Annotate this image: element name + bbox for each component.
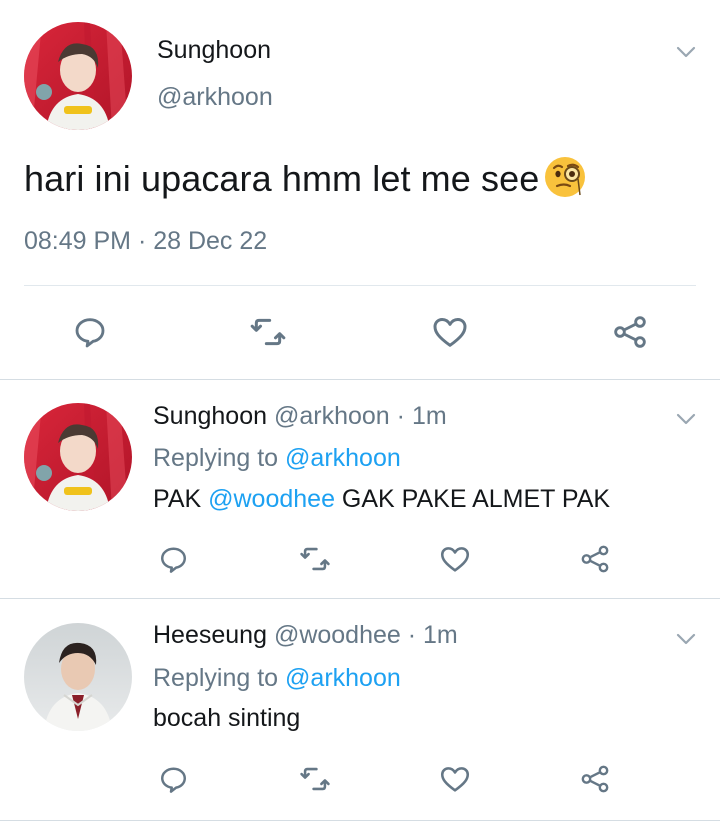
- chevron-down-icon[interactable]: [674, 627, 698, 651]
- mention-link[interactable]: @woodhee: [208, 485, 335, 513]
- replying-label: Replying to: [153, 444, 279, 472]
- replying-handle-link[interactable]: @arkhoon: [285, 444, 401, 472]
- avatar[interactable]: [24, 22, 132, 130]
- author-name[interactable]: Heeseung: [153, 621, 267, 649]
- replying-to: Replying to @arkhoon: [153, 444, 401, 473]
- like-icon[interactable]: [436, 760, 474, 798]
- retweet-icon[interactable]: [296, 540, 334, 578]
- divider: [0, 820, 720, 821]
- reply-icon[interactable]: [68, 310, 112, 354]
- author-name[interactable]: Sunghoon: [153, 402, 267, 430]
- replying-to: Replying to @arkhoon: [153, 664, 401, 693]
- reply-time[interactable]: 1m: [412, 402, 447, 430]
- share-icon[interactable]: [576, 540, 614, 578]
- separator: ·: [407, 621, 417, 649]
- avatar[interactable]: [24, 403, 132, 511]
- author-handle[interactable]: @arkhoon: [157, 83, 273, 112]
- divider: [0, 379, 720, 380]
- reply-time[interactable]: 1m: [423, 621, 458, 649]
- replying-handle-link[interactable]: @arkhoon: [285, 664, 401, 692]
- reply-text: bocah sinting: [153, 704, 301, 732]
- tweet-text: hari ini upacara hmm let me see: [24, 155, 587, 203]
- like-icon[interactable]: [428, 310, 472, 354]
- retweet-icon[interactable]: [246, 310, 290, 354]
- retweet-icon[interactable]: [296, 760, 334, 798]
- share-icon[interactable]: [576, 760, 614, 798]
- reply-text-after: GAK PAKE ALMET PAK: [334, 485, 611, 513]
- tweet-text-content: hari ini upacara hmm let me see: [24, 158, 540, 199]
- share-icon[interactable]: [608, 310, 652, 354]
- chevron-down-icon[interactable]: [674, 40, 698, 64]
- reply-icon[interactable]: [154, 760, 192, 798]
- face-with-monocle-icon: [543, 155, 587, 199]
- author-handle[interactable]: @woodhee: [274, 621, 401, 649]
- author-name[interactable]: Sunghoon: [157, 36, 271, 65]
- reply-text-before: PAK: [153, 485, 209, 513]
- divider: [0, 598, 720, 599]
- tweet-timestamp[interactable]: 08:49 PM · 28 Dec 22: [24, 227, 267, 256]
- like-icon[interactable]: [436, 540, 474, 578]
- reply-text: PAK @woodhee GAK PAKE ALMET PAK: [153, 485, 610, 514]
- divider: [24, 285, 696, 286]
- chevron-down-icon[interactable]: [674, 407, 698, 431]
- reply-header: Heeseung @woodhee · 1m: [153, 621, 458, 650]
- separator: ·: [396, 402, 405, 430]
- avatar[interactable]: [24, 623, 132, 731]
- reply-icon[interactable]: [154, 540, 192, 578]
- reply-header: Sunghoon @arkhoon · 1m: [153, 402, 447, 431]
- replying-label: Replying to: [153, 664, 279, 692]
- author-handle[interactable]: @arkhoon: [274, 402, 390, 430]
